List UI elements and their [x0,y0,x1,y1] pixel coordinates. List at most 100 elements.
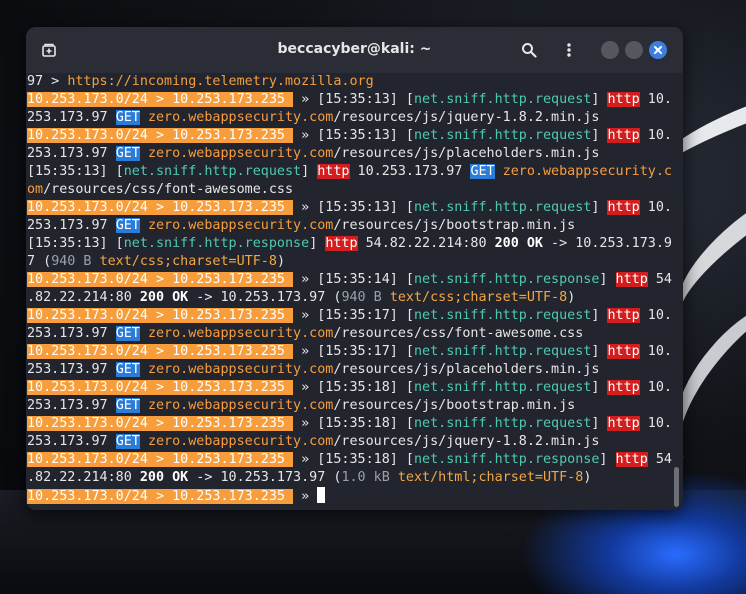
get-method-badge: GET [115,146,140,161]
get-method-badge: GET [115,110,140,125]
terminal-line: .82.22.214:80 200 OK -> 10.253.173.97 (1… [26,469,683,487]
module-label: net.sniff.http.response [413,452,600,467]
host-name: om [27,182,44,197]
host-name: zero.webappsecurity.com [147,326,334,341]
http-badge: http [607,308,640,323]
module-label: net.sniff.http.request [413,92,592,107]
url-link: https://incoming.telemetry.mozilla.org [67,74,374,89]
terminal-window: beccacyber@kali: ~ 97 > https://incoming… [26,27,683,510]
text-segment: 253.173.97 [27,218,116,233]
title-bar[interactable]: beccacyber@kali: ~ [26,27,683,74]
get-method-badge: GET [115,218,140,233]
terminal-output[interactable]: 97 > https://incoming.telemetry.mozilla.… [26,73,683,510]
text-segment: » [15:35:14] [ [293,272,414,287]
close-button[interactable] [649,41,667,59]
http-badge: http [607,416,640,431]
module-label: net.sniff.http.request [413,128,592,143]
text-segment: [15:35:13] [ [27,236,124,251]
new-tab-button[interactable] [38,39,60,61]
minimize-button[interactable] [601,41,619,59]
http-badge: http [607,128,640,143]
text-segment: ] [591,308,608,323]
terminal-line: 7 (940 B text/css;charset=UTF-8) [26,253,683,271]
prompt-segment: 10.253.173.0/24 > 10.253.173.235 [27,200,294,215]
scrollbar[interactable] [674,467,679,507]
search-button[interactable] [518,39,540,61]
terminal-line: om/resources/css/font-awesome.css [26,181,683,199]
text-segment: 253.173.97 [27,362,116,377]
prompt-segment: 10.253.173.0/24 > 10.253.173.235 [27,452,294,467]
prompt-segment: 10.253.173.0/24 > 10.253.173.235 [27,380,294,395]
http-badge: http [607,380,640,395]
text-segment: » [15:35:13] [ [293,200,414,215]
text-segment: » [15:35:13] [ [293,128,414,143]
get-method-badge: GET [470,164,495,179]
terminal-line: 10.253.173.0/24 > 10.253.173.235 » [15:3… [26,451,683,469]
prompt-segment: 10.253.173.0/24 > 10.253.173.235 [27,308,294,323]
terminal-line: 10.253.173.0/24 > 10.253.173.235 » [15:3… [26,379,683,397]
menu-button[interactable] [558,39,580,61]
text-segment: 10. [639,308,672,323]
content-type: text/html;charset=UTF-8 [397,470,584,485]
host-name: zero.webappsecurity.com [147,434,334,449]
terminal-line: 10.253.173.0/24 > 10.253.173.235 » [26,487,683,505]
terminal-line: 10.253.173.0/24 > 10.253.173.235 » [15:3… [26,271,683,289]
terminal-line: 253.173.97 GET zero.webappsecurity.com/r… [26,109,683,127]
terminal-line: 253.173.97 GET zero.webappsecurity.com/r… [26,145,683,163]
text-segment [140,110,148,125]
text-segment: ] [591,380,608,395]
text-segment: ] [591,92,608,107]
get-method-badge: GET [115,398,140,413]
status-code: 200 OK [139,470,189,485]
text-segment: » [15:35:17] [ [293,308,414,323]
host-name: zero.webappsecurity.com [147,362,334,377]
terminal-line: 97 > https://incoming.telemetry.mozilla.… [26,73,683,91]
text-segment [390,470,398,485]
size-value: 940 B [51,254,92,269]
prompt-segment: 10.253.173.0/24 > 10.253.173.235 [27,128,294,143]
text-segment [140,326,148,341]
maximize-button[interactable] [625,41,643,59]
size-value: 940 B [341,290,382,305]
text-segment: 253.173.97 [27,398,116,413]
text-segment: 253.173.97 [27,326,116,341]
text-segment [495,164,503,179]
text-segment: [15:35:13] [ [27,164,124,179]
terminal-line: 10.253.173.0/24 > 10.253.173.235 » [15:3… [26,199,683,217]
status-code: 200 OK [139,290,189,305]
text-segment: ] [591,128,608,143]
text-segment: 253.173.97 [27,146,116,161]
http-badge: http [607,200,640,215]
get-method-badge: GET [115,326,140,341]
text-segment: -> 10.253.173.97 ( [188,290,342,305]
text-segment [140,434,148,449]
terminal-line: 10.253.173.0/24 > 10.253.173.235 » [15:3… [26,307,683,325]
prompt-segment: 10.253.173.0/24 > 10.253.173.235 [27,416,294,431]
text-segment [140,146,148,161]
terminal-line: 10.253.173.0/24 > 10.253.173.235 » [15:3… [26,127,683,145]
text-segment [140,218,148,233]
http-badge: http [607,92,640,107]
new-tab-icon [42,43,56,57]
text-segment [92,254,100,269]
text-segment: 253.173.97 [27,434,116,449]
text-segment: -> 10.253.173.97 ( [188,470,342,485]
http-badge: http [317,164,350,179]
text-segment: 10. [639,416,672,431]
http-badge: http [607,344,640,359]
terminal-line: [15:35:13] [net.sniff.http.request] http… [26,163,683,181]
text-segment [140,362,148,377]
text-segment: 10.253.173.97 [349,164,471,179]
terminal-line: 253.173.97 GET zero.webappsecurity.com/r… [26,433,683,451]
http-badge: http [615,452,648,467]
text-segment: 54 [647,452,672,467]
text-segment: ] [599,452,616,467]
get-method-badge: GET [115,434,140,449]
search-icon [522,43,537,58]
text-segment: .82.22.214:80 [27,470,140,485]
text-segment: /resources/js/jquery-1.8.2.min.js [333,110,600,125]
text-segment: 10. [639,344,672,359]
terminal-line: 253.173.97 GET zero.webappsecurity.com/r… [26,361,683,379]
terminal-line: 253.173.97 GET zero.webappsecurity.com/r… [26,397,683,415]
text-segment: ] [301,164,318,179]
